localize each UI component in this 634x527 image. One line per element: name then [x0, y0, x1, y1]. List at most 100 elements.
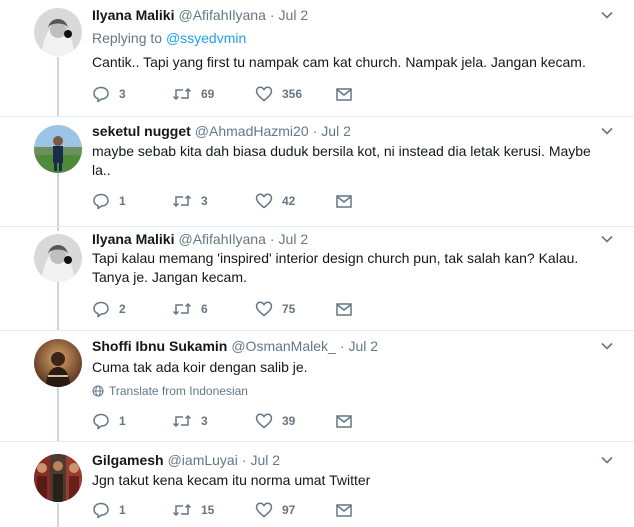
- retweet-button[interactable]: 15: [172, 501, 214, 519]
- tweet-header: Ilyana Maliki @AfifahIlyana · Jul 2: [92, 5, 308, 25]
- chevron-down-icon[interactable]: [600, 8, 614, 22]
- user-handle[interactable]: @AhmadHazmi20: [195, 123, 309, 139]
- timestamp[interactable]: Jul 2: [279, 7, 309, 23]
- envelope-icon: [336, 88, 352, 101]
- reply-button[interactable]: 1: [92, 501, 126, 519]
- tweet-header: Gilgamesh @iamLuyai · Jul 2: [92, 450, 280, 470]
- tweet[interactable]: Ilyana Maliki @AfifahIlyana · Jul 2 Tapi…: [0, 227, 634, 331]
- retweet-button[interactable]: 69: [172, 85, 214, 103]
- like-count: 97: [282, 503, 296, 517]
- timestamp[interactable]: Jul 2: [251, 452, 281, 468]
- tweet[interactable]: Gilgamesh @iamLuyai · Jul 2 Jgn takut ke…: [0, 442, 634, 527]
- reply-icon: [93, 502, 109, 519]
- separator: ·: [339, 338, 345, 354]
- timestamp[interactable]: Jul 2: [348, 338, 378, 354]
- reply-count: 1: [119, 503, 126, 517]
- envelope-icon: [336, 195, 352, 208]
- like-button[interactable]: 97: [255, 501, 295, 519]
- retweet-icon: [172, 87, 192, 101]
- retweet-count: 3: [201, 414, 208, 428]
- reply-count: 1: [119, 414, 126, 428]
- chevron-down-icon[interactable]: [600, 232, 614, 246]
- reply-button[interactable]: 1: [92, 192, 126, 210]
- user-handle[interactable]: @AfifahIlyana: [178, 7, 265, 23]
- timestamp[interactable]: Jul 2: [279, 231, 309, 247]
- like-button[interactable]: 75: [255, 300, 295, 318]
- like-count: 356: [282, 87, 303, 101]
- separator: ·: [312, 123, 318, 139]
- avatar[interactable]: [34, 125, 82, 173]
- user-handle[interactable]: @OsmanMalek_: [231, 338, 335, 354]
- like-count: 75: [282, 302, 296, 316]
- tweet-header: Shoffi Ibnu Sukamin @OsmanMalek_ · Jul 2: [92, 336, 378, 356]
- tweet-text: maybe sebab kita dah biasa duduk bersila…: [92, 143, 591, 178]
- reply-icon: [93, 301, 109, 318]
- tweet-text: Tapi kalau memang 'inspired' interior de…: [92, 250, 579, 285]
- display-name[interactable]: seketul nugget: [92, 123, 191, 139]
- user-handle[interactable]: @AfifahIlyana: [178, 231, 265, 247]
- retweet-count: 69: [201, 87, 215, 101]
- retweet-count: 3: [201, 194, 208, 208]
- reply-button[interactable]: 2: [92, 300, 126, 318]
- envelope-icon: [336, 415, 352, 428]
- tweet[interactable]: Shoffi Ibnu Sukamin @OsmanMalek_ · Jul 2…: [0, 331, 634, 442]
- retweet-button[interactable]: 3: [172, 412, 208, 430]
- tweet-actions: 2 6 75: [92, 300, 392, 318]
- reply-button[interactable]: 1: [92, 412, 126, 430]
- tweet-header: Ilyana Maliki @AfifahIlyana · Jul 2: [92, 229, 308, 249]
- retweet-button[interactable]: 6: [172, 300, 208, 318]
- heart-icon: [255, 413, 273, 429]
- like-button[interactable]: 39: [255, 412, 295, 430]
- tweet-text: Cuma tak ada koir dengan salib je.: [92, 359, 308, 375]
- retweet-count: 6: [201, 302, 208, 316]
- retweet-icon: [172, 414, 192, 428]
- display-name[interactable]: Ilyana Maliki: [92, 231, 174, 247]
- reply-icon: [93, 193, 109, 210]
- retweet-button[interactable]: 3: [172, 192, 208, 210]
- tweet-header: seketul nugget @AhmadHazmi20 · Jul 2: [92, 121, 351, 141]
- like-count: 39: [282, 414, 296, 428]
- reply-count: 2: [119, 302, 126, 316]
- direct-message-button[interactable]: [335, 412, 353, 430]
- separator: ·: [241, 452, 247, 468]
- translate-link[interactable]: Translate from Indonesian: [92, 384, 248, 398]
- like-button[interactable]: 356: [255, 85, 302, 103]
- chevron-down-icon[interactable]: [600, 339, 614, 353]
- like-button[interactable]: 42: [255, 192, 295, 210]
- avatar[interactable]: [34, 454, 82, 502]
- chevron-down-icon[interactable]: [600, 124, 614, 138]
- avatar[interactable]: [34, 339, 82, 387]
- retweet-icon: [172, 194, 192, 208]
- direct-message-button[interactable]: [335, 300, 353, 318]
- chevron-down-icon[interactable]: [600, 453, 614, 467]
- avatar[interactable]: [34, 8, 82, 56]
- display-name[interactable]: Shoffi Ibnu Sukamin: [92, 338, 227, 354]
- avatar[interactable]: [34, 234, 82, 282]
- separator: ·: [269, 231, 275, 247]
- direct-message-button[interactable]: [335, 501, 353, 519]
- separator: ·: [269, 7, 275, 23]
- reply-icon: [93, 413, 109, 430]
- user-handle[interactable]: @iamLuyai: [168, 452, 238, 468]
- direct-message-button[interactable]: [335, 85, 353, 103]
- direct-message-button[interactable]: [335, 192, 353, 210]
- timestamp[interactable]: Jul 2: [321, 123, 351, 139]
- translate-label: Translate from Indonesian: [109, 384, 248, 398]
- replying-to: Replying to @ssyedvmin: [92, 30, 246, 46]
- reply-button[interactable]: 3: [92, 85, 126, 103]
- tweet[interactable]: Ilyana Maliki @AfifahIlyana · Jul 2 Repl…: [0, 0, 634, 117]
- display-name[interactable]: Ilyana Maliki: [92, 7, 174, 23]
- envelope-icon: [336, 504, 352, 517]
- like-count: 42: [282, 194, 296, 208]
- tweet[interactable]: seketul nugget @AhmadHazmi20 · Jul 2 may…: [0, 117, 634, 227]
- replying-to-link[interactable]: @ssyedvmin: [166, 30, 246, 46]
- heart-icon: [255, 86, 273, 102]
- retweet-icon: [172, 503, 192, 517]
- display-name[interactable]: Gilgamesh: [92, 452, 164, 468]
- envelope-icon: [336, 303, 352, 316]
- heart-icon: [255, 193, 273, 209]
- retweet-icon: [172, 302, 192, 316]
- reply-icon: [93, 86, 109, 103]
- tweet-actions: 1 3 42: [92, 192, 392, 210]
- tweet-text: Cantik.. Tapi yang first tu nampak cam k…: [92, 54, 586, 70]
